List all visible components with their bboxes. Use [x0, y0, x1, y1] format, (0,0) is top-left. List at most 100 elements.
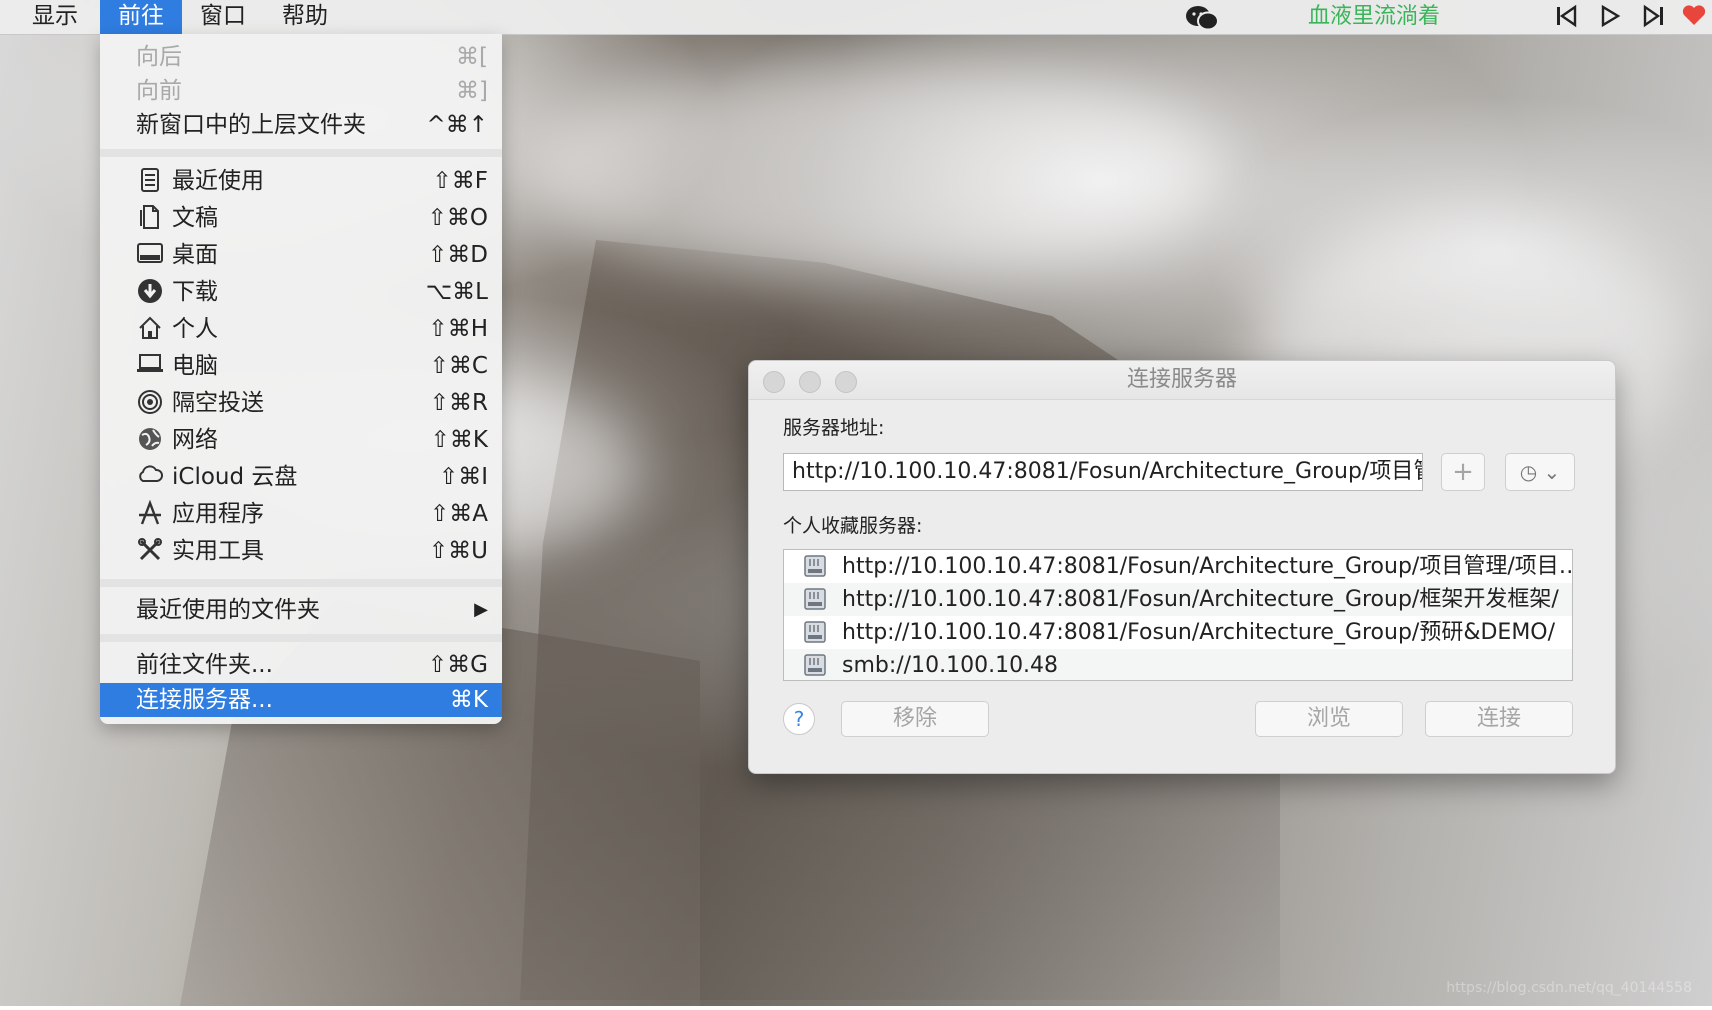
menu-item-shortcut: ⌘[ — [456, 44, 488, 70]
menu-item-label: iCloud 云盘 — [172, 464, 298, 490]
menu-item-downloads[interactable]: 下载 ⌥⌘L — [100, 275, 502, 309]
desktop-icon — [136, 241, 164, 269]
menu-view[interactable]: 显示 — [32, 0, 88, 34]
menu-separator — [100, 579, 502, 587]
browse-button[interactable]: 浏览 — [1255, 701, 1403, 737]
downloads-icon — [136, 278, 164, 306]
menu-help[interactable]: 帮助 — [282, 0, 342, 34]
menu-item-shortcut: ⇧⌘D — [428, 242, 488, 268]
menu-item-label: 实用工具 — [172, 538, 264, 564]
menu-item-utilities[interactable]: 实用工具 ⇧⌘U — [100, 534, 502, 568]
wallpaper-fog — [520, 60, 1220, 280]
recents-icon — [136, 167, 164, 195]
dialog-titlebar: 连接服务器 — [749, 361, 1615, 400]
menu-item-label: 隔空投送 — [172, 390, 264, 416]
server-address-label: 服务器地址: — [783, 417, 885, 439]
list-item[interactable]: http://10.100.10.47:8081/Fosun/Architect… — [784, 616, 1572, 649]
remove-button[interactable]: 移除 — [841, 701, 989, 737]
watermark: https://blog.csdn.net/qq_40144558 — [1446, 980, 1692, 996]
menu-item-label: 电脑 — [172, 353, 218, 379]
heart-icon[interactable] — [1680, 4, 1708, 30]
menu-item-label: 个人 — [172, 316, 218, 342]
menu-item-label: 连接服务器... — [136, 687, 273, 713]
previous-track-icon[interactable] — [1552, 4, 1580, 30]
go-menu: 向后 ⌘[ 向前 ⌘] 新窗口中的上层文件夹 ^⌘↑ 最近使用 ⇧⌘F 文稿 ⇧… — [100, 34, 502, 724]
menu-item-label: 应用程序 — [172, 501, 264, 527]
list-item[interactable]: http://10.100.10.47:8081/Fosun/Architect… — [784, 550, 1572, 583]
menu-separator — [100, 149, 502, 157]
favorite-server-url: http://10.100.10.47:8081/Fosun/Architect… — [842, 587, 1559, 612]
menu-item-label: 向后 — [136, 44, 182, 70]
wechat-icon[interactable] — [1182, 4, 1222, 31]
menu-item-label: 网络 — [172, 427, 218, 453]
add-favorite-button[interactable]: + — [1441, 453, 1485, 491]
menu-item-shortcut: ⇧⌘O — [427, 205, 488, 231]
menu-item-label: 最近使用 — [172, 168, 264, 194]
menu-item-enclosing-folder[interactable]: 新窗口中的上层文件夹 ^⌘↑ — [100, 108, 502, 142]
favorite-server-url: smb://10.100.10.48 — [842, 653, 1059, 678]
now-playing-text[interactable]: 血液里流淌着 — [1308, 0, 1458, 34]
airdrop-icon — [136, 389, 164, 417]
menu-item-airdrop[interactable]: 隔空投送 ⇧⌘R — [100, 386, 502, 420]
menu-item-shortcut: ⇧⌘I — [438, 464, 488, 490]
menu-item-network[interactable]: 网络 ⇧⌘K — [100, 423, 502, 457]
list-item[interactable]: http://10.100.10.47:8081/Fosun/Architect… — [784, 583, 1572, 616]
applications-icon — [136, 499, 164, 528]
list-item[interactable]: smb://10.100.10.48 — [784, 649, 1572, 680]
menu-item-shortcut: ⇧⌘G — [427, 652, 488, 678]
dialog-title: 连接服务器 — [1126, 367, 1237, 392]
play-icon[interactable] — [1596, 4, 1624, 30]
server-icon — [804, 653, 826, 677]
menu-item-label: 最近使用的文件夹 — [136, 597, 320, 623]
menu-item-back[interactable]: 向后 ⌘[ — [100, 40, 502, 74]
menu-item-shortcut: ⇧⌘K — [430, 427, 488, 453]
help-button[interactable]: ? — [783, 703, 815, 735]
menu-item-computer[interactable]: 电脑 ⇧⌘C — [100, 349, 502, 383]
menu-item-shortcut: ⇧⌘A — [429, 501, 488, 527]
menu-item-label: 向前 — [136, 78, 182, 104]
menu-item-icloud[interactable]: iCloud 云盘 ⇧⌘I — [100, 460, 502, 494]
connect-server-dialog: 连接服务器 服务器地址: http://10.100.10.47:8081/Fo… — [748, 360, 1616, 774]
favorite-server-url: http://10.100.10.47:8081/Fosun/Architect… — [842, 620, 1556, 645]
menu-item-forward[interactable]: 向前 ⌘] — [100, 74, 502, 108]
menu-item-recents[interactable]: 最近使用 ⇧⌘F — [100, 164, 502, 198]
recent-servers-button[interactable]: ◷ ⌄ — [1505, 453, 1575, 491]
menu-item-label: 文稿 — [172, 205, 218, 231]
menu-item-shortcut: ⇧⌘H — [428, 316, 488, 342]
menu-item-shortcut: ⇧⌘C — [429, 353, 488, 379]
home-icon — [136, 315, 164, 343]
menu-item-home[interactable]: 个人 ⇧⌘H — [100, 312, 502, 346]
menu-item-shortcut: ⇧⌘F — [432, 168, 488, 194]
next-track-icon[interactable] — [1640, 4, 1668, 30]
menu-item-label: 下载 — [172, 279, 218, 305]
menu-item-connect-server[interactable]: 连接服务器... ⌘K — [100, 683, 502, 717]
network-icon — [136, 426, 164, 454]
utilities-icon — [136, 537, 164, 565]
menu-item-shortcut: ⇧⌘R — [429, 390, 488, 416]
menu-item-applications[interactable]: 应用程序 ⇧⌘A — [100, 497, 502, 531]
menu-item-label: 桌面 — [172, 242, 218, 268]
icloud-icon — [136, 463, 164, 491]
menu-item-go-to-folder[interactable]: 前往文件夹... ⇧⌘G — [100, 648, 502, 682]
menu-item-shortcut: ⌘] — [456, 78, 488, 104]
server-icon — [804, 587, 826, 611]
menu-item-recent-folders[interactable]: 最近使用的文件夹 ▶ — [100, 593, 502, 627]
menu-item-shortcut: ^⌘↑ — [426, 112, 488, 138]
menu-go[interactable]: 前往 — [100, 0, 182, 34]
menu-item-label: 新窗口中的上层文件夹 — [136, 112, 366, 138]
favorite-servers-list: http://10.100.10.47:8081/Fosun/Architect… — [783, 549, 1573, 681]
submenu-arrow-icon: ▶ — [474, 599, 488, 620]
menu-bar: 显示 前往 窗口 帮助 血液里流淌着 — [0, 0, 1712, 35]
menu-separator — [100, 634, 502, 642]
menu-item-documents[interactable]: 文稿 ⇧⌘O — [100, 201, 502, 235]
menu-item-shortcut: ⇧⌘U — [428, 538, 488, 564]
menu-item-shortcut: ⌥⌘L — [425, 279, 488, 305]
favorites-label: 个人收藏服务器: — [783, 515, 923, 537]
server-address-input[interactable]: http://10.100.10.47:8081/Fosun/Architect… — [783, 453, 1423, 491]
computer-icon — [136, 352, 164, 380]
menu-item-label: 前往文件夹... — [136, 652, 273, 678]
menu-window[interactable]: 窗口 — [200, 0, 260, 34]
menu-item-desktop[interactable]: 桌面 ⇧⌘D — [100, 238, 502, 272]
connect-button[interactable]: 连接 — [1425, 701, 1573, 737]
documents-icon — [136, 204, 164, 232]
